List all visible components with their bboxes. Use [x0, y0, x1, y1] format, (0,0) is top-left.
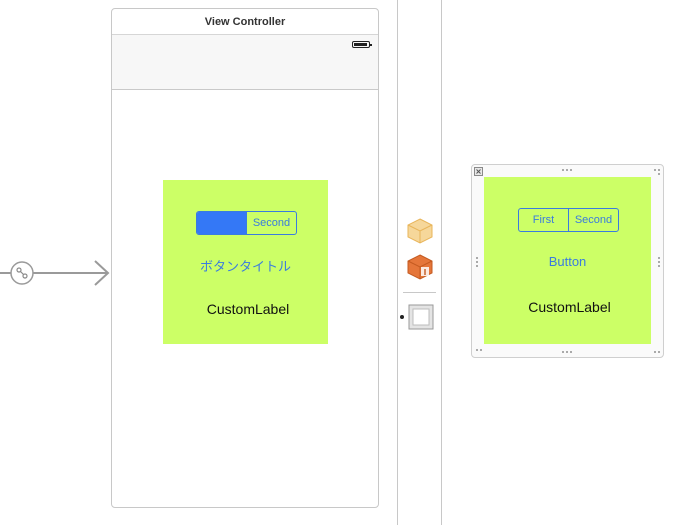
resize-handle-top-right[interactable]	[654, 169, 656, 171]
resize-handle-bottom-left[interactable]	[476, 349, 478, 351]
divider-left	[397, 0, 398, 525]
xib-button[interactable]: Button	[484, 254, 651, 269]
custom-view[interactable]: Second ボタンタイトル CustomLabel	[163, 180, 328, 344]
entry-point-arrow-icon[interactable]	[0, 255, 112, 291]
view-object-icon[interactable]	[408, 304, 434, 330]
segment-second[interactable]: Second	[246, 212, 296, 234]
custom-label: CustomLabel	[206, 301, 290, 317]
segmented-control[interactable]: Second	[196, 211, 297, 235]
xib-custom-label: CustomLabel	[528, 299, 611, 315]
selection-dot	[400, 315, 404, 319]
resize-handle-top[interactable]	[562, 169, 564, 171]
resize-handle-bottom[interactable]	[562, 351, 564, 353]
close-icon[interactable]	[474, 167, 483, 176]
segment-first[interactable]	[197, 212, 246, 234]
xib-view-container[interactable]: First Second Button CustomLabel	[471, 164, 664, 358]
resize-handle-bottom-right[interactable]	[654, 351, 656, 353]
exit-icon[interactable]	[407, 254, 433, 280]
navigation-bar[interactable]	[112, 35, 378, 90]
dock-separator	[403, 292, 436, 293]
divider-right	[441, 0, 442, 525]
scene-title: View Controller	[112, 9, 378, 35]
xib-segment-first[interactable]: First	[519, 209, 568, 231]
first-responder-cube-icon[interactable]	[407, 218, 433, 244]
resize-handle-right[interactable]	[658, 257, 660, 259]
resize-handle-left[interactable]	[476, 257, 478, 259]
battery-icon	[352, 41, 372, 48]
xib-custom-view[interactable]: First Second Button CustomLabel	[484, 177, 651, 344]
xib-segmented-control[interactable]: First Second	[518, 208, 619, 232]
title-button[interactable]: ボタンタイトル	[163, 256, 328, 275]
view-controller-scene[interactable]: View Controller Second ボタンタイトル CustomLab…	[111, 8, 379, 508]
xib-segment-second[interactable]: Second	[568, 209, 618, 231]
